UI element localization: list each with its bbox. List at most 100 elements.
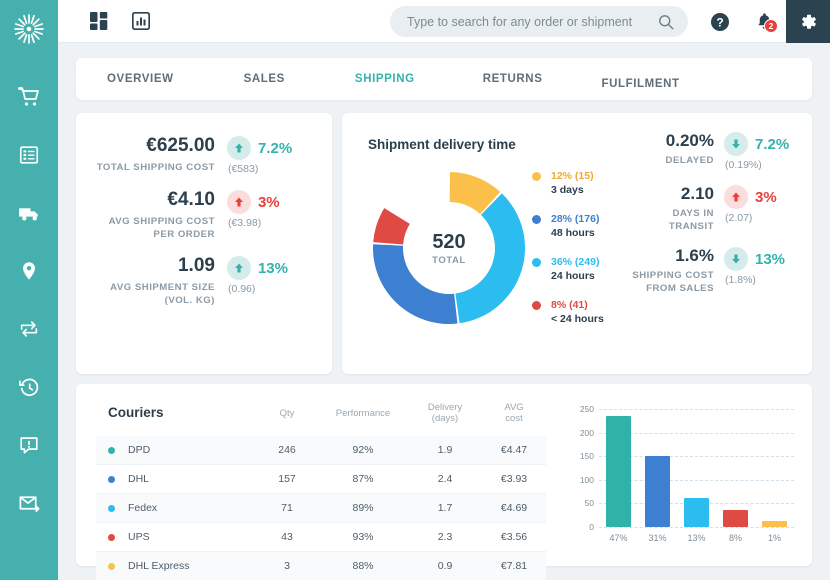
svg-text:?: ? — [716, 15, 723, 29]
bar-chart-bars — [599, 409, 794, 527]
kpi-value: 0.20% — [628, 131, 714, 151]
cell-performance: 92% — [318, 436, 408, 465]
col-qty: Qty — [256, 402, 318, 436]
main-sidebar — [0, 0, 58, 580]
sidebar-item-locations[interactable] — [0, 242, 58, 300]
bar-slot — [716, 409, 755, 527]
table-row[interactable]: UPS 43 93% 2.3 €3.56 — [96, 523, 546, 552]
bar-chart-plot — [599, 409, 794, 527]
reports-chart-icon — [132, 12, 150, 30]
shipment-delivery-time-card: Shipment delivery time 520 TOTAL 12% (15… — [342, 113, 812, 374]
sidebar-item-shipping[interactable] — [0, 184, 58, 242]
bar-chart-y-tick: 0 — [589, 522, 594, 532]
kpi-label: SHIPPING COST FROM SALES — [628, 269, 714, 295]
global-search[interactable] — [390, 6, 688, 37]
couriers-table-body: DPD 246 92% 1.9 €4.47 DHL — [96, 436, 546, 580]
donut-chart: 520 TOTAL — [364, 163, 534, 333]
courier-color-dot — [108, 476, 115, 483]
bar-8%[interactable] — [723, 510, 748, 527]
tab-sales[interactable]: SALES — [238, 73, 291, 85]
envelope-send-icon — [18, 492, 41, 515]
tab-shipping[interactable]: SHIPPING — [349, 73, 421, 85]
kpi-delta-block: 7.2% (€583) — [227, 135, 314, 175]
cell-qty: 71 — [256, 494, 318, 523]
sidebar-item-orders[interactable] — [0, 68, 58, 126]
search-button[interactable] — [658, 14, 688, 30]
main-content: OVERVIEW SALES SHIPPING RETURNS FULFILME… — [58, 43, 830, 580]
bar-13%[interactable] — [684, 498, 709, 527]
section-tabs: OVERVIEW SALES SHIPPING RETURNS FULFILME… — [76, 58, 812, 100]
cell-avg-cost: €3.56 — [482, 523, 546, 552]
cell-performance: 89% — [318, 494, 408, 523]
arrow-up-icon — [227, 256, 251, 280]
list-grid-icon — [18, 144, 40, 166]
legend-text: 12% (15) 3 days — [551, 169, 594, 197]
arrow-up-icon — [724, 185, 748, 209]
tab-returns[interactable]: RETURNS — [477, 73, 549, 85]
courier-color-dot — [108, 534, 115, 541]
bar-chart-x-axis: 47%31%13%8%1% — [599, 533, 794, 543]
bar-1%[interactable] — [762, 521, 787, 527]
kpi-avg-shipment-size: 1.09 AVG SHIPMENT SIZE (VOL. KG) 13% (0.… — [92, 255, 314, 307]
settings-button[interactable] — [786, 0, 830, 43]
sidebar-item-catalog[interactable] — [0, 126, 58, 184]
cell-avg-cost: €4.47 — [482, 436, 546, 465]
kpi-label: DAYS IN TRANSIT — [628, 207, 714, 233]
app-logo[interactable] — [0, 0, 58, 58]
sidebar-item-messages[interactable] — [0, 416, 58, 474]
dashboard-root: ? 2 OVERVIEW SALES SHIPP — [0, 0, 830, 580]
kpi-previous-value: (2.07) — [725, 212, 808, 224]
legend-color-dot — [532, 215, 541, 224]
help-circle-icon: ? — [710, 12, 730, 32]
kpi-delta: 13% — [227, 256, 314, 280]
help-button[interactable]: ? — [698, 0, 742, 43]
search-input[interactable] — [390, 15, 658, 29]
col-performance: Performance — [318, 402, 408, 436]
bar-chart-y-tick: 50 — [585, 498, 594, 508]
cell-qty: 43 — [256, 523, 318, 552]
courier-name-text: DHL — [128, 473, 149, 485]
kpi-value: €4.10 — [92, 189, 215, 211]
kpi-value: 1.09 — [92, 255, 215, 277]
kpi-delta: 7.2% — [227, 136, 314, 160]
legend-text: 8% (41) < 24 hours — [551, 298, 604, 326]
sidebar-nav — [0, 58, 58, 532]
donut-center-label: 520 TOTAL — [364, 163, 534, 333]
bar-31%[interactable] — [645, 456, 670, 527]
sidebar-item-history[interactable] — [0, 358, 58, 416]
kpi-delta-value: 3% — [755, 189, 777, 206]
reports-chart-button[interactable] — [120, 0, 162, 43]
table-row[interactable]: Fedex 71 89% 1.7 €4.69 — [96, 494, 546, 523]
kpi-text-block: €4.10 AVG SHIPPING COST PER ORDER — [92, 189, 227, 241]
kpi-previous-value: (€3.98) — [228, 217, 314, 229]
cell-avg-cost: €4.69 — [482, 494, 546, 523]
cell-qty: 246 — [256, 436, 318, 465]
col-delivery: Delivery(days) — [408, 402, 482, 436]
table-row[interactable]: DHL 157 87% 2.4 €3.93 — [96, 465, 546, 494]
dashboard-grid-button[interactable] — [78, 0, 120, 43]
tab-fulfilment[interactable]: FULFILMENT — [595, 78, 685, 90]
bar-47%[interactable] — [606, 416, 631, 527]
notification-badge: 2 — [764, 19, 778, 33]
bar-chart-x-tick: 47% — [599, 533, 638, 543]
couriers-table-head: Couriers Qty Performance Delivery(days) … — [96, 402, 546, 436]
table-row[interactable]: DHL Express 3 88% 0.9 €7.81 — [96, 552, 546, 580]
cell-courier-name: DPD — [96, 436, 256, 465]
legend-text: 28% (176) 48 hours — [551, 212, 599, 240]
shopping-cart-icon — [17, 85, 41, 109]
table-row[interactable]: DPD 246 92% 1.9 €4.47 — [96, 436, 546, 465]
bar-chart-y-tick: 200 — [580, 428, 594, 438]
cell-avg-cost: €7.81 — [482, 552, 546, 580]
topbar-actions: ? 2 — [698, 0, 830, 43]
sidebar-item-returns[interactable] — [0, 300, 58, 358]
kpi-text-block: 2.10 DAYS IN TRANSIT — [628, 184, 724, 233]
kpi-delta-block: 3% (2.07) — [724, 184, 808, 224]
sidebar-item-email[interactable] — [0, 474, 58, 532]
tab-overview[interactable]: OVERVIEW — [101, 73, 180, 85]
notifications-button[interactable]: 2 — [742, 0, 786, 43]
arrow-up-icon — [227, 136, 251, 160]
bar-chart-x-tick: 13% — [677, 533, 716, 543]
legend-color-dot — [532, 258, 541, 267]
kpi-delta-block: 3% (€3.98) — [227, 189, 314, 229]
cell-performance: 88% — [318, 552, 408, 580]
